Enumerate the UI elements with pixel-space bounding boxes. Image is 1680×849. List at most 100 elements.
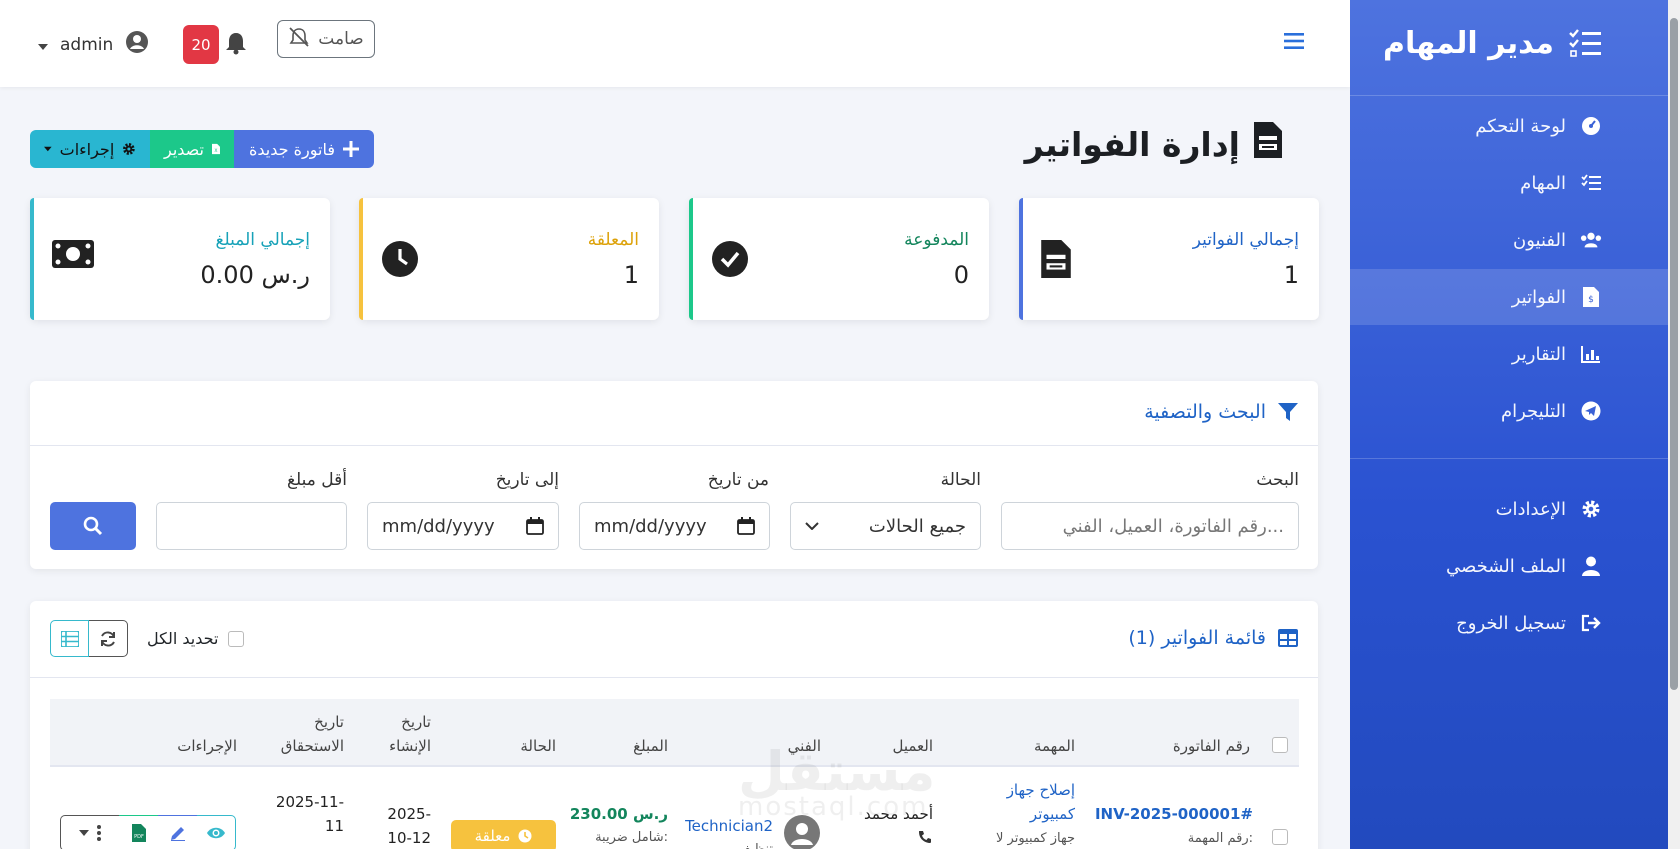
actions-label: إجراءات bbox=[59, 139, 115, 159]
from-date-input[interactable]: mm/dd/yyyy bbox=[579, 502, 770, 550]
card-accent bbox=[359, 198, 363, 320]
min-amount-input[interactable] bbox=[156, 502, 347, 550]
sidebar-item-profile[interactable]: الملف الشخصي bbox=[1350, 538, 1680, 594]
caret-down-icon bbox=[79, 830, 89, 836]
amount-value: 230.00 ر.س bbox=[569, 805, 668, 823]
date-placeholder: mm/dd/yyyy bbox=[382, 515, 495, 537]
view-toggle bbox=[50, 620, 128, 657]
pdf-button[interactable]: PDF bbox=[118, 815, 158, 849]
calendar-icon[interactable] bbox=[737, 517, 755, 535]
calendar-icon[interactable] bbox=[526, 517, 544, 535]
more-actions-button[interactable] bbox=[60, 815, 119, 849]
user-menu[interactable]: admin bbox=[38, 30, 149, 59]
sidebar-item-label: الفواتير bbox=[1511, 286, 1566, 308]
sidebar-item-label: تسجيل الخروج bbox=[1456, 612, 1566, 634]
search-input[interactable]: رقم الفاتورة، العميل، الفني... bbox=[1001, 502, 1299, 550]
card-accent bbox=[30, 198, 34, 320]
gear-icon bbox=[123, 143, 135, 155]
search-button[interactable] bbox=[50, 502, 136, 550]
col-amount[interactable]: المبلغ bbox=[633, 734, 668, 758]
brand[interactable]: مدير المهام bbox=[1383, 26, 1602, 61]
card-accent bbox=[689, 198, 693, 320]
table-header-row bbox=[50, 699, 1299, 767]
excel-file-icon: X bbox=[212, 143, 220, 155]
col-created[interactable]: تاريخ الإنشاء bbox=[371, 710, 431, 758]
sidebar-item-label: لوحة التحكم bbox=[1475, 115, 1566, 137]
page-scrollbar[interactable] bbox=[1668, 0, 1680, 849]
col-task[interactable]: المهمة bbox=[1034, 734, 1075, 758]
phone-icon[interactable] bbox=[918, 829, 932, 848]
sidebar-item-label: التقارير bbox=[1511, 343, 1566, 365]
sidebar-item-label: التليجرام bbox=[1500, 400, 1566, 422]
list-icon bbox=[60, 630, 79, 647]
list-view-button[interactable] bbox=[50, 620, 89, 657]
bell-icon bbox=[225, 31, 247, 59]
silent-mode-button[interactable]: صامت bbox=[277, 20, 375, 58]
chevron-down-icon bbox=[38, 35, 48, 55]
check-circle-icon bbox=[711, 240, 751, 280]
menu-toggle-icon[interactable] bbox=[1284, 32, 1304, 50]
task-title-link[interactable]: إصلاح جهاز كمبيوتر bbox=[975, 778, 1075, 826]
new-invoice-button[interactable]: فاتورة جديدة bbox=[234, 130, 374, 168]
sidebar-item-technicians[interactable]: الفنيون bbox=[1350, 212, 1680, 268]
invoice-list-title-text: قائمة الفواتير (1) bbox=[1128, 627, 1266, 649]
table-icon bbox=[1278, 629, 1298, 647]
export-button[interactable]: تصدير X bbox=[150, 130, 234, 168]
amount-tax-note: شامل ضريبة: bbox=[595, 830, 668, 845]
tasks-list-icon bbox=[1568, 28, 1602, 59]
invoice-number-link[interactable]: INV-2025-000001# bbox=[1095, 802, 1253, 826]
sidebar-item-dashboard[interactable]: لوحة التحكم bbox=[1350, 98, 1680, 154]
to-date-input[interactable]: mm/dd/yyyy bbox=[367, 502, 559, 550]
user-name: admin bbox=[60, 34, 114, 55]
row-checkbox[interactable] bbox=[1272, 829, 1288, 845]
stat-value: 1 bbox=[623, 261, 639, 289]
notification-count-badge: 20 bbox=[183, 25, 219, 64]
notifications[interactable]: 20 bbox=[183, 25, 247, 64]
scroll-thumb[interactable] bbox=[1670, 18, 1678, 690]
gear-icon bbox=[1580, 498, 1602, 520]
refresh-button[interactable] bbox=[89, 620, 128, 657]
sidebar-item-logout[interactable]: تسجيل الخروج bbox=[1350, 595, 1680, 651]
sidebar-item-tasks[interactable]: المهام bbox=[1350, 155, 1680, 211]
users-icon bbox=[1580, 229, 1602, 251]
select-all-checkbox[interactable] bbox=[228, 630, 245, 647]
stat-label: المعلقة bbox=[587, 230, 639, 250]
stat-card-paid: المدفوعة 0 bbox=[689, 198, 989, 320]
status-badge: معلقة bbox=[451, 820, 556, 849]
sidebar-brand-label: مدير المهام bbox=[1383, 26, 1554, 61]
stat-value: 0.00 ر.س bbox=[200, 261, 310, 289]
telegram-icon bbox=[1580, 400, 1602, 422]
col-due[interactable]: تاريخ الاستحقاق bbox=[264, 710, 344, 758]
filter-title-text: البحث والتصفية bbox=[1144, 401, 1266, 423]
col-invoice-no[interactable]: رقم الفاتورة bbox=[1173, 734, 1250, 758]
sidebar-item-invoices[interactable]: الفواتير $ bbox=[1350, 269, 1680, 325]
top-navbar: admin 20 صامت bbox=[0, 0, 1350, 87]
user-icon bbox=[1580, 555, 1602, 577]
sidebar-divider bbox=[1350, 95, 1680, 96]
edit-button[interactable] bbox=[157, 815, 197, 849]
watermark-url: mostaql.com bbox=[738, 792, 929, 822]
pdf-file-icon: PDF bbox=[131, 824, 146, 842]
technician-specialty: تنظيف bbox=[737, 838, 773, 849]
clock-icon bbox=[518, 829, 532, 843]
silent-label: صامت bbox=[318, 29, 364, 49]
chart-icon bbox=[1580, 343, 1602, 365]
page-title-text: إدارة الفواتير bbox=[1024, 124, 1240, 164]
money-bill-icon bbox=[52, 240, 94, 280]
col-status[interactable]: الحالة bbox=[520, 734, 556, 758]
sidebar-item-settings[interactable]: الإعدادات bbox=[1350, 481, 1680, 537]
actions-dropdown-button[interactable]: إجراءات bbox=[30, 130, 150, 168]
caret-down-icon bbox=[44, 146, 52, 152]
sidebar-divider bbox=[1350, 458, 1680, 459]
status-select[interactable]: جميع الحالات bbox=[790, 502, 981, 550]
card-accent bbox=[1019, 198, 1023, 320]
sidebar-item-telegram[interactable]: التليجرام bbox=[1350, 383, 1680, 439]
search-icon bbox=[83, 516, 103, 536]
header-checkbox[interactable] bbox=[1272, 737, 1288, 753]
select-all[interactable]: تحديد الكل bbox=[147, 629, 245, 648]
from-date-label: من تاريخ bbox=[707, 470, 769, 490]
sidebar-item-reports[interactable]: التقارير bbox=[1350, 326, 1680, 382]
view-button[interactable] bbox=[196, 815, 236, 849]
svg-text:PDF: PDF bbox=[134, 834, 144, 840]
edit-icon bbox=[170, 827, 185, 841]
